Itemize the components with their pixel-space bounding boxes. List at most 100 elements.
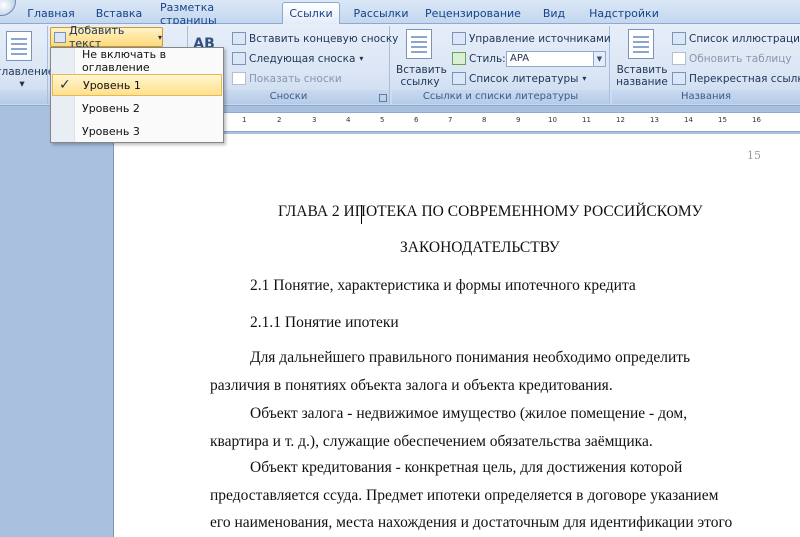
menu-item-label: Уровень 1 [83, 78, 141, 92]
next-footnote-button[interactable]: Следующая сноска ▾ [232, 52, 363, 65]
update-table-button[interactable]: Обновить таблицу [672, 52, 792, 65]
tab-references[interactable]: Ссылки [282, 2, 340, 24]
group-citations-title: Ссылки и списки литературы [392, 90, 609, 104]
chevron-down-icon: ▼ [593, 52, 605, 66]
tab-view[interactable]: Вид [536, 3, 572, 24]
insert-endnote-button[interactable]: Вставить концевую сноску [232, 32, 398, 45]
toc-level-menu: Не включать в оглавление ✓ Уровень 1 Уро… [50, 47, 224, 143]
text-cursor [361, 205, 362, 224]
table-of-figures-button[interactable]: Список иллюстраций [672, 32, 800, 45]
paragraph-line[interactable]: Объект залога - недвижимое имущество (жи… [210, 405, 761, 423]
insert-citation-button[interactable]: Вставить ссылку [396, 64, 447, 88]
add-text-icon [54, 31, 66, 43]
paragraph-line[interactable]: Объект кредитования - конкретная цель, д… [210, 459, 761, 477]
tab-home[interactable]: Главная [22, 3, 80, 24]
ruler-tick-label: 10 [548, 116, 557, 124]
tab-addins[interactable]: Надстройки [584, 3, 664, 24]
footnotes-dialog-launcher-icon[interactable] [379, 94, 387, 102]
chapter-heading-line1[interactable]: ГЛАВА 2 ИПОТЕКА ПО СОВРЕМЕННОМУ РОССИЙСК… [278, 203, 703, 221]
menu-item-level-2[interactable]: Уровень 2 [52, 97, 222, 119]
ruler-tick-label: 9 [516, 116, 521, 124]
insert-caption-button[interactable]: Вставить название [614, 64, 670, 88]
chevron-down-icon: ▾ [157, 32, 162, 42]
chevron-down-icon: ▾ [359, 54, 364, 63]
ruler-tick-label: 7 [448, 116, 453, 124]
show-notes-icon [232, 72, 246, 85]
add-text-button[interactable]: Добавить текст ▾ [50, 24, 163, 50]
subsection-heading[interactable]: 2.1.1 Понятие ипотеки [250, 314, 399, 332]
style-select[interactable]: APA ▼ [506, 51, 606, 67]
bibliography-button[interactable]: Список литературы ▾ [452, 72, 586, 85]
ruler-tick-label: 15 [718, 116, 727, 124]
insert-endnote-label: Вставить концевую сноску [249, 32, 399, 45]
ruler-tick-label: 11 [582, 116, 591, 124]
insert-citation-icon [406, 29, 432, 59]
ruler-tick-label: 16 [752, 116, 761, 124]
group-captions-title: Названия [612, 90, 800, 104]
ruler-tick-label: 2 [277, 116, 282, 124]
next-footnote-icon [232, 52, 246, 65]
toc-icon [6, 31, 32, 61]
bibliography-label: Список литературы [469, 72, 579, 85]
ruler-tick-label: 8 [482, 116, 487, 124]
office-button[interactable] [0, 0, 16, 16]
ruler-tick-label: 12 [616, 116, 625, 124]
horizontal-ruler[interactable]: 1 2 3 4 5 6 7 8 9 10 11 12 13 14 15 16 [222, 112, 800, 132]
show-notes-label: Показать сноски [249, 72, 342, 85]
table-of-figures-icon [672, 32, 686, 45]
ruler-tick-label: 1 [242, 116, 247, 124]
bibliography-icon [452, 72, 466, 85]
paragraph-line[interactable]: квартира и т. д.), служащие обеспечением… [210, 433, 761, 451]
toc-label: главление [0, 66, 55, 78]
cross-reference-icon [672, 72, 686, 85]
paragraph-line[interactable]: Для дальнейшего правильного понимания не… [210, 349, 761, 367]
ruler-tick-label: 5 [380, 116, 385, 124]
toc-button[interactable]: главление ▾ [0, 66, 54, 90]
manage-sources-button[interactable]: Управление источниками [452, 32, 611, 45]
page-number: 15 [747, 149, 761, 162]
manage-sources-icon [452, 32, 466, 45]
paragraph-line[interactable]: различия в понятиях объекта залога и объ… [210, 377, 761, 395]
ruler-tick-label: 3 [312, 116, 317, 124]
group-captions: Вставить название Список иллюстраций Обн… [612, 26, 800, 104]
menu-item-level-1[interactable]: ✓ Уровень 1 [52, 74, 222, 96]
ruler-ticks: 1 2 3 4 5 6 7 8 9 10 11 12 13 14 15 16 [222, 113, 800, 131]
menu-item-level-3[interactable]: Уровень 3 [52, 120, 222, 142]
menu-item-label: Уровень 3 [82, 124, 140, 138]
ruler-tick-label: 6 [414, 116, 419, 124]
cross-reference-button[interactable]: Перекрестная ссылка [672, 72, 800, 85]
tab-mailings[interactable]: Рассылки [350, 3, 412, 24]
tab-page-layout[interactable]: Разметка страницы [160, 1, 272, 27]
tab-insert[interactable]: Вставка [88, 3, 150, 24]
tab-review[interactable]: Рецензирование [424, 3, 522, 24]
endnote-icon [232, 32, 246, 45]
paragraph-line[interactable]: его наименования, места нахождения и дос… [210, 514, 761, 532]
chapter-heading-line2[interactable]: ЗАКОНОДАТЕЛЬСТВУ [400, 239, 560, 257]
update-table-label: Обновить таблицу [689, 52, 792, 65]
style-icon [452, 52, 466, 65]
menu-item-do-not-show[interactable]: Не включать в оглавление [52, 48, 222, 74]
style-value: APA [510, 53, 530, 64]
manage-sources-label: Управление источниками [469, 32, 611, 45]
cross-reference-label: Перекрестная ссылка [689, 72, 800, 85]
chevron-down-icon: ▾ [582, 74, 587, 83]
style-label: Стиль: [469, 52, 506, 65]
ruler-tick-label: 4 [346, 116, 351, 124]
menu-item-label: Не включать в оглавление [82, 48, 167, 74]
menu-item-label: Уровень 2 [82, 101, 140, 115]
group-citations: Вставить ссылку Управление источниками С… [392, 26, 611, 104]
ruler-tick-label: 14 [684, 116, 693, 124]
show-notes-button[interactable]: Показать сноски [232, 72, 342, 85]
ribbon-tabs: Главная Вставка Разметка страницы Ссылки… [0, 0, 800, 27]
style-label-row: Стиль: [452, 52, 506, 65]
group-toc-title [0, 90, 47, 104]
checkmark-icon: ✓ [59, 77, 71, 93]
ruler-tick-label: 13 [650, 116, 659, 124]
update-table-icon [672, 52, 686, 65]
table-of-figures-label: Список иллюстраций [689, 32, 800, 45]
paragraph-line[interactable]: предоставляется ссуда. Предмет ипотеки о… [210, 487, 761, 505]
insert-caption-icon [628, 29, 654, 59]
group-toc: главление ▾ [0, 26, 54, 104]
section-heading[interactable]: 2.1 Понятие, характеристика и формы ипот… [250, 277, 636, 295]
next-footnote-label: Следующая сноска [249, 52, 356, 65]
